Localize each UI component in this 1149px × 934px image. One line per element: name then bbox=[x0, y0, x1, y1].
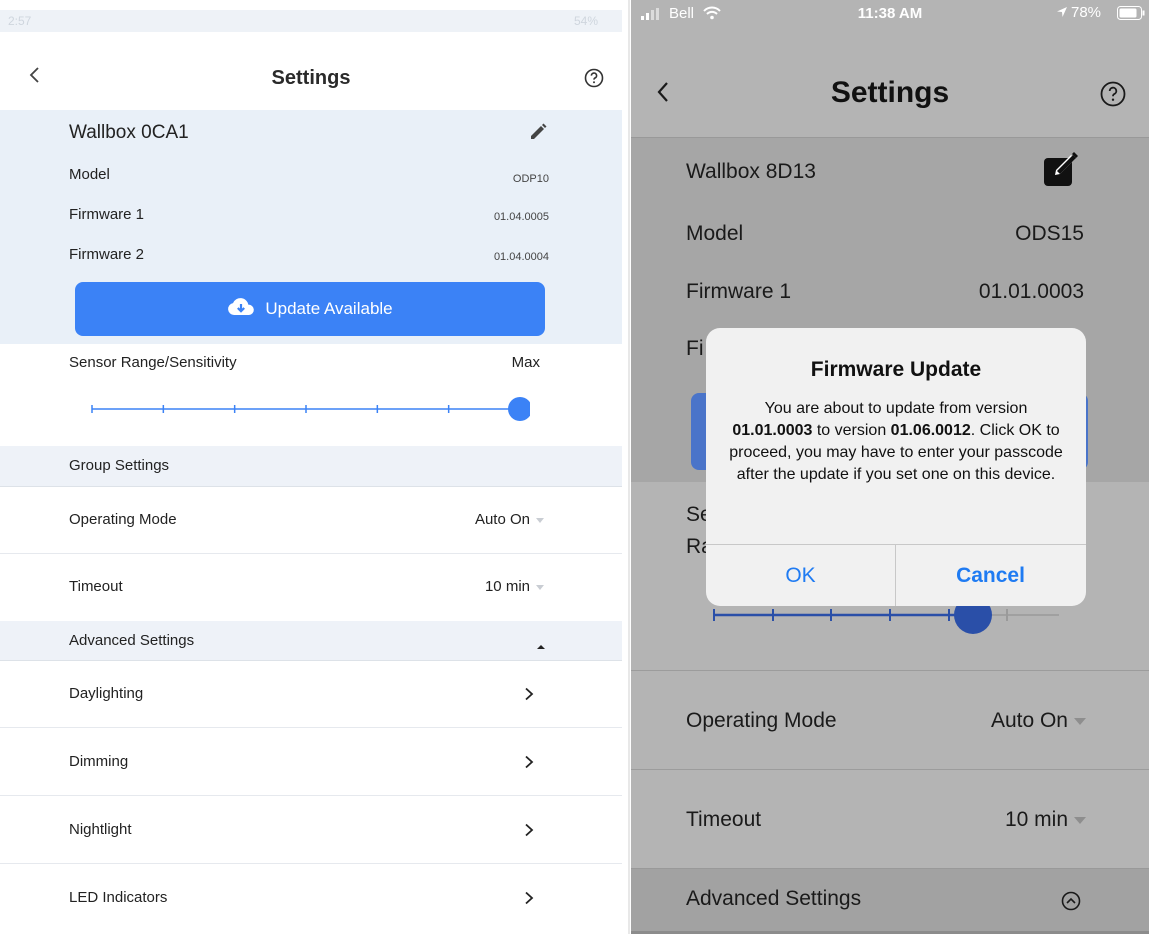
status-bar: Bell 11:38 AM 78% bbox=[631, 0, 1149, 30]
timeout-row[interactable]: Timeout 10 min bbox=[631, 770, 1149, 868]
operating-mode-label: Operating Mode bbox=[69, 511, 177, 528]
advanced-item-dimming[interactable]: Dimming bbox=[0, 728, 622, 796]
group-settings-label: Group Settings bbox=[69, 457, 170, 474]
status-bar: 2:57 54% bbox=[0, 10, 622, 32]
collapse-arrow-icon[interactable] bbox=[537, 637, 545, 655]
advanced-settings-header[interactable]: Advanced Settings bbox=[0, 621, 622, 661]
model-label: Model bbox=[686, 222, 744, 245]
help-icon[interactable] bbox=[1100, 81, 1126, 112]
update-available-label: Update Available bbox=[265, 299, 393, 318]
screen-divider bbox=[628, 0, 630, 934]
to-version: 01.06.0012 bbox=[890, 422, 971, 439]
battery-icon bbox=[1117, 6, 1145, 25]
dropdown-arrow-icon bbox=[1074, 816, 1086, 824]
firmware2-label: Firmware 2 bbox=[69, 246, 145, 263]
device-name: Wallbox 8D13 bbox=[686, 160, 816, 183]
firmware2-value: 01.04.0004 bbox=[493, 251, 549, 263]
edit-icon[interactable] bbox=[1043, 152, 1085, 193]
status-time: 2:57 bbox=[8, 14, 32, 28]
firmware1-label: Firmware 1 bbox=[686, 280, 792, 303]
chevron-right-icon bbox=[524, 823, 534, 842]
group-settings-header: Group Settings bbox=[0, 446, 622, 487]
operating-mode-label: Operating Mode bbox=[686, 709, 837, 732]
timeout-dropdown[interactable]: 10 min bbox=[931, 808, 1086, 832]
collapse-circle-icon[interactable] bbox=[1061, 891, 1081, 916]
operating-mode-value: Auto On bbox=[990, 709, 1068, 732]
advanced-item-daylighting[interactable]: Daylighting bbox=[0, 661, 622, 728]
model-value: ODS15 bbox=[1015, 222, 1084, 245]
device-name: Wallbox 0CA1 bbox=[69, 122, 189, 143]
dialog-title: Firmware Update bbox=[810, 358, 982, 381]
timeout-value: 10 min bbox=[484, 578, 530, 595]
ok-button[interactable]: OK bbox=[706, 545, 895, 606]
operating-mode-dropdown[interactable]: Auto On bbox=[931, 709, 1086, 733]
dropdown-arrow-icon bbox=[536, 584, 544, 590]
cloud-download-icon bbox=[227, 297, 255, 322]
header-bar: Settings bbox=[0, 32, 622, 110]
chevron-right-icon bbox=[524, 891, 534, 910]
status-battery: 78% bbox=[1071, 4, 1102, 21]
operating-mode-dropdown[interactable]: Auto On bbox=[420, 511, 544, 528]
page-title: Settings bbox=[271, 67, 351, 89]
timeout-label: Timeout bbox=[686, 808, 762, 831]
operating-mode-row[interactable]: Operating Mode Auto On bbox=[631, 671, 1149, 769]
led-indicators-label: LED Indicators bbox=[69, 889, 168, 906]
chevron-right-icon bbox=[524, 687, 534, 706]
dialog-message-to: to version bbox=[812, 422, 891, 439]
daylighting-label: Daylighting bbox=[69, 685, 144, 702]
advanced-settings-label: Advanced Settings bbox=[69, 632, 195, 649]
timeout-value: 10 min bbox=[1004, 808, 1068, 831]
dropdown-arrow-icon bbox=[536, 517, 544, 523]
nightlight-label: Nightlight bbox=[69, 821, 132, 838]
chevron-right-icon bbox=[524, 755, 534, 774]
slider-thumb[interactable] bbox=[508, 397, 532, 421]
sensor-label: Sensor Range/Sensitivity bbox=[69, 354, 237, 371]
firmware2-label-partial: Fi bbox=[686, 337, 704, 360]
firmware1-label: Firmware 1 bbox=[69, 206, 145, 223]
timeout-dropdown[interactable]: 10 min bbox=[420, 578, 544, 595]
timeout-label: Timeout bbox=[69, 578, 123, 595]
advanced-settings-label: Advanced Settings bbox=[686, 887, 862, 910]
model-label: Model bbox=[69, 166, 110, 183]
page-title: Settings bbox=[830, 76, 950, 109]
location-icon bbox=[1056, 5, 1068, 23]
advanced-settings-header[interactable]: Advanced Settings bbox=[631, 868, 1149, 931]
firmware-update-dialog: Firmware Update You are about to update … bbox=[706, 328, 1086, 606]
operating-mode-row[interactable]: Operating Mode Auto On bbox=[0, 487, 622, 554]
dimming-label: Dimming bbox=[69, 753, 129, 770]
help-icon[interactable] bbox=[584, 68, 604, 93]
cancel-button[interactable]: Cancel bbox=[896, 545, 1085, 606]
from-version: 01.01.0003 bbox=[732, 422, 813, 439]
firmware1-value: 01.04.0005 bbox=[493, 211, 549, 223]
firmware1-value: 01.01.0003 bbox=[978, 280, 1084, 303]
android-settings-screen: 2:57 54% Settings Wallbox 0CA1 Model ODP… bbox=[0, 0, 622, 934]
operating-mode-value: Auto On bbox=[474, 511, 530, 528]
sensor-value: Max bbox=[511, 354, 540, 371]
advanced-item-nightlight[interactable]: Nightlight bbox=[0, 796, 622, 864]
dialog-message: You are about to update from version 01.… bbox=[720, 398, 1072, 486]
update-available-button[interactable]: Update Available bbox=[75, 282, 545, 336]
slider-svg bbox=[91, 397, 532, 421]
timeout-row[interactable]: Timeout 10 min bbox=[0, 554, 622, 620]
dialog-message-intro: You are about to update from version bbox=[764, 400, 1028, 417]
dialog-message-period: . bbox=[970, 422, 976, 439]
model-value: ODP10 bbox=[512, 173, 549, 185]
status-battery: 54% bbox=[574, 14, 599, 28]
advanced-item-led-indicators[interactable]: LED Indicators bbox=[0, 864, 622, 930]
dropdown-arrow-icon bbox=[1074, 717, 1086, 725]
edit-icon[interactable] bbox=[528, 122, 548, 147]
sensitivity-slider[interactable] bbox=[90, 395, 532, 423]
